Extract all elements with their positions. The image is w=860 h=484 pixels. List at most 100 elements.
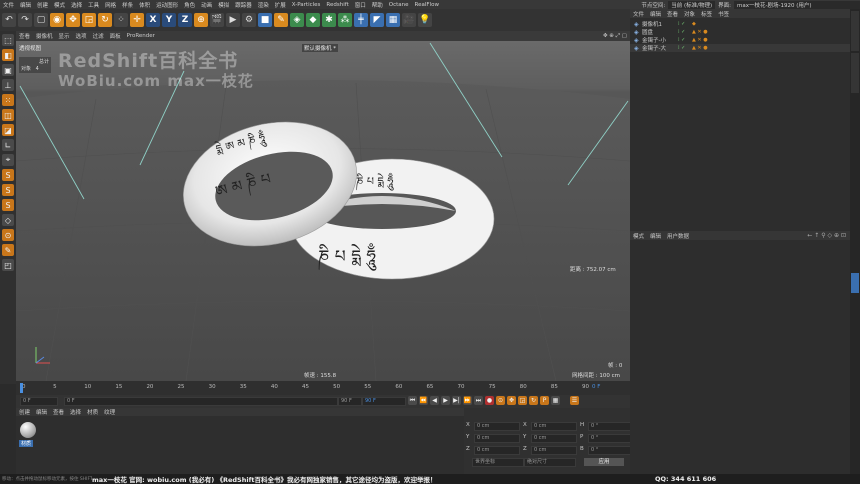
subdivision-icon[interactable]: ◈ <box>290 13 304 27</box>
menu-item-21[interactable]: RealFlow <box>412 2 442 8</box>
goto-end-icon[interactable]: ⏭ <box>474 396 483 405</box>
menu-item-7[interactable]: 样条 <box>119 1 136 9</box>
menu-item-0[interactable]: 文件 <box>0 1 17 9</box>
camera-icon[interactable]: 🎥 <box>402 13 416 27</box>
object-tags-icon[interactable]: ▲ ✕ ● <box>692 45 708 51</box>
object-menu-item-5[interactable]: 书签 <box>715 10 732 18</box>
object-menu-item-0[interactable]: 文件 <box>630 10 647 18</box>
object-row[interactable]: ◈ 摄像机1 ⁞ ✓ ◆ <box>630 20 850 29</box>
tag-icon[interactable]: ◤ <box>370 13 384 27</box>
recent-tool-icon[interactable]: ⁘ <box>114 13 128 27</box>
scale-icon[interactable]: ◲ <box>82 13 96 27</box>
workplane-icon[interactable]: ◇ <box>2 214 14 226</box>
end-frame-field-2[interactable]: 90 F <box>362 397 406 406</box>
vp-nav-icons[interactable]: ✥ ⊕ ⤢ ▢ <box>600 33 630 40</box>
menu-item-1[interactable]: 编辑 <box>17 1 34 9</box>
menu-item-16[interactable]: X-Particles <box>289 2 324 8</box>
side-tab-attributes[interactable] <box>851 273 859 293</box>
material-menu-item-3[interactable]: 选择 <box>67 408 84 416</box>
size-mode-select[interactable]: 绝对尺寸 <box>524 458 576 467</box>
coord-field[interactable]: 0 cm <box>531 422 577 431</box>
rotate-icon[interactable]: ↻ <box>98 13 112 27</box>
world-coords-icon[interactable]: ⊕ <box>194 13 208 27</box>
object-tags-icon[interactable]: ▲ ✕ ● <box>692 37 708 43</box>
menu-item-19[interactable]: 帮助 <box>369 1 386 9</box>
snap-icon[interactable]: ⌖ <box>2 154 14 166</box>
render-view-icon[interactable]: 🎬 <box>210 13 224 27</box>
axis-y-button[interactable]: Y <box>162 13 176 27</box>
live-select-icon[interactable]: ◉ <box>50 13 64 27</box>
snap-s-icon[interactable]: S <box>2 169 14 181</box>
next-key-icon[interactable]: ⏩ <box>463 396 472 405</box>
move-icon[interactable]: ✥ <box>66 13 80 27</box>
cube-icon[interactable]: ■ <box>258 13 272 27</box>
axis-mode-icon[interactable]: ⊥ <box>2 79 14 91</box>
keyframe-param-icon[interactable]: P <box>540 396 549 405</box>
timeline-playhead[interactable] <box>20 383 23 393</box>
menu-item-4[interactable]: 选择 <box>68 1 85 9</box>
coord-field[interactable]: 0 cm <box>474 446 520 455</box>
object-menu-item-1[interactable]: 编辑 <box>647 10 664 18</box>
keyframe-scale-icon[interactable]: ◲ <box>518 396 527 405</box>
snap-s3-icon[interactable]: S <box>2 199 14 211</box>
menu-item-5[interactable]: 工具 <box>85 1 102 9</box>
menu-item-15[interactable]: 扩展 <box>272 1 289 9</box>
material-menu-item-5[interactable]: 纹理 <box>101 408 118 416</box>
render-picture-icon[interactable]: ▶ <box>226 13 240 27</box>
visibility-icon[interactable]: ⁞ ✓ <box>678 21 692 27</box>
object-menu-item-2[interactable]: 查看 <box>664 10 681 18</box>
layer-icon[interactable]: ◰ <box>2 259 14 271</box>
object-name[interactable]: 金镯子-小 <box>642 36 678 44</box>
current-frame-field[interactable]: 0 F <box>64 397 338 406</box>
record-icon[interactable]: ● <box>485 396 494 405</box>
object-row[interactable]: ◈ 金镯子-小 ⁞ ✓ ▲ ✕ ● <box>630 36 850 45</box>
visibility-icon[interactable]: ⁞ ✓ <box>678 37 692 43</box>
viewport-menu-item-4[interactable]: 过滤 <box>90 32 107 40</box>
coord-field[interactable]: 0 ° <box>588 434 634 443</box>
viewport-menu-item-1[interactable]: 摄像机 <box>33 32 56 40</box>
cloner-icon[interactable]: ✱ <box>322 13 336 27</box>
menu-item-17[interactable]: Redshift <box>323 2 351 8</box>
transform-icon[interactable]: ✛ <box>130 13 144 27</box>
object-row[interactable]: ◈ 金镯子-大 ⁞ ✓ ▲ ✕ ● <box>630 44 850 52</box>
menu-item-13[interactable]: 跟踪器 <box>232 1 255 9</box>
lock-icon[interactable]: ⊙ <box>2 229 14 241</box>
viewport[interactable]: ཨ མ ཎི པ དྨེ ཨ མ ཎི ཧཱུྃ ཎི པ དྨེ ཧཱུྃ ཎ… <box>16 41 630 381</box>
keyframe-move-icon[interactable]: ✥ <box>507 396 516 405</box>
material-menu-item-1[interactable]: 编辑 <box>33 408 50 416</box>
point-mode-icon[interactable]: ⁙ <box>2 94 14 106</box>
render-settings-icon[interactable]: ⚙ <box>242 13 256 27</box>
attr-menu-item-2[interactable]: 用户数据 <box>664 232 692 240</box>
material-menu-item-4[interactable]: 材质 <box>84 408 101 416</box>
keyframe-grid-icon[interactable]: ▦ <box>551 396 560 405</box>
floor-icon[interactable]: ▦ <box>386 13 400 27</box>
light-icon[interactable]: 💡 <box>418 13 432 27</box>
menu-item-10[interactable]: 角色 <box>181 1 198 9</box>
object-menu-item-4[interactable]: 标签 <box>698 10 715 18</box>
timeline-settings-icon[interactable]: ☰ <box>570 396 579 405</box>
object-row[interactable]: ◈ 圆盘 ⁞ ✓ ▲ ✕ ● <box>630 28 850 37</box>
coord-field[interactable]: 0 ° <box>588 446 634 455</box>
snap-s2-icon[interactable]: S <box>2 184 14 196</box>
redo-icon[interactable]: ↷ <box>18 13 32 27</box>
layout-select[interactable]: max一枝花-剧场-1920 (用户) <box>734 0 860 9</box>
menu-item-8[interactable]: 体积 <box>136 1 153 9</box>
selection-icon[interactable]: ▢ <box>34 13 48 27</box>
brush-icon[interactable]: ✎ <box>2 244 14 256</box>
visibility-icon[interactable]: ⁞ ✓ <box>678 29 692 35</box>
coord-field[interactable]: 0 cm <box>531 446 577 455</box>
node-space-select[interactable]: 当前 (标准/物理) <box>668 0 716 9</box>
side-tab-objects[interactable] <box>851 11 859 51</box>
keyframe-rotate-icon[interactable]: ↻ <box>529 396 538 405</box>
coord-field[interactable]: 0 ° <box>588 422 634 431</box>
material-menu-item-0[interactable]: 创建 <box>16 408 33 416</box>
play-icon[interactable]: ▶ <box>441 396 450 405</box>
mograph-icon[interactable]: ⁂ <box>338 13 352 27</box>
undo-icon[interactable]: ↶ <box>2 13 16 27</box>
menu-item-14[interactable]: 渲染 <box>255 1 272 9</box>
attr-menu-item-1[interactable]: 编辑 <box>647 232 664 240</box>
menu-item-3[interactable]: 模式 <box>51 1 68 9</box>
axis-x-button[interactable]: X <box>146 13 160 27</box>
next-frame-icon[interactable]: ▶| <box>452 396 461 405</box>
timeline[interactable]: 0 5 10 15 20 25 30 35 40 45 50 55 60 65 70 75 80 85 90 0 F <box>16 381 630 395</box>
